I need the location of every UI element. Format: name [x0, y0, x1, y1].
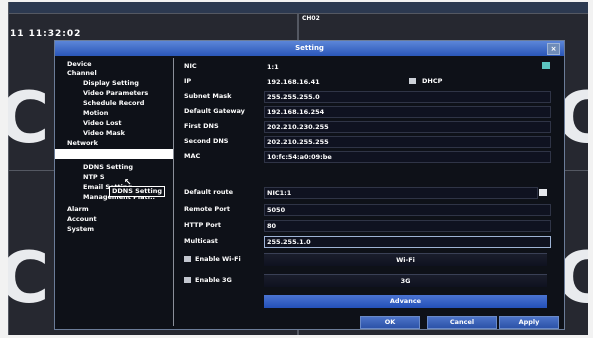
- sidebar-item-alarm[interactable]: Alarm: [55, 205, 89, 214]
- 3g-button[interactable]: 3G: [264, 274, 547, 287]
- default-route-label: Default route: [184, 188, 234, 196]
- apply-button[interactable]: Apply: [499, 316, 559, 329]
- background-logo-letter: C: [8, 77, 50, 159]
- dialog-title: Setting: [295, 44, 324, 52]
- http-port-field[interactable]: 80: [264, 220, 551, 232]
- background-logo-letter: C: [8, 237, 50, 319]
- nic-label: NIC: [184, 62, 197, 70]
- enable-3g-label: Enable 3G: [195, 276, 232, 284]
- ip-field[interactable]: 192.168.16.41: [264, 76, 398, 88]
- remote-port-label: Remote Port: [184, 205, 230, 213]
- nic-value: 1:1: [267, 63, 279, 71]
- remote-port-field[interactable]: 5050: [264, 204, 551, 216]
- enable-3g-checkbox[interactable]: [184, 277, 191, 283]
- subnet-mask-label: Subnet Mask: [184, 92, 232, 100]
- advance-button[interactable]: Advance: [264, 295, 547, 308]
- enable-wifi-label: Enable Wi-Fi: [195, 255, 241, 263]
- second-dns-label: Second DNS: [184, 137, 229, 145]
- sidebar-item-display-setting[interactable]: Display Setting: [55, 79, 139, 88]
- cancel-button[interactable]: Cancel: [427, 316, 497, 329]
- mac-field: 10:fc:54:a0:09:be: [264, 151, 551, 163]
- sidebar-item-network[interactable]: Network: [55, 139, 98, 148]
- default-gateway-label: Default Gateway: [184, 107, 245, 115]
- sidebar-item-schedule-record[interactable]: Schedule Record: [55, 99, 144, 108]
- dhcp-label: DHCP: [422, 77, 443, 85]
- sidebar-item-account[interactable]: Account: [55, 215, 97, 224]
- sidebar-item-video-mask[interactable]: Video Mask: [55, 129, 125, 138]
- close-button[interactable]: ×: [547, 43, 560, 55]
- tooltip: DDNS Setting: [109, 186, 165, 197]
- mouse-cursor-icon: ↖: [124, 178, 132, 188]
- dvr-screen: C C C C 11 11:32:02 CH02 Setting × Devic…: [8, 2, 588, 335]
- setting-dialog: Setting × Device Channel Display Setting…: [54, 40, 565, 330]
- sidebar-item-system[interactable]: System: [55, 225, 94, 234]
- camera-cell-top-strip: [8, 2, 588, 14]
- multicast-label: Multicast: [184, 237, 218, 245]
- mac-label: MAC: [184, 152, 201, 160]
- default-gateway-field[interactable]: 192.168.16.254: [264, 106, 551, 118]
- sidebar-item-video-lost[interactable]: Video Lost: [55, 119, 122, 128]
- http-port-label: HTTP Port: [184, 221, 222, 229]
- ip-label: IP: [184, 77, 192, 85]
- ok-button[interactable]: OK: [360, 316, 420, 329]
- channel-label: CH02: [302, 15, 320, 22]
- first-dns-label: First DNS: [184, 122, 219, 130]
- enable-wifi-checkbox[interactable]: [184, 256, 191, 262]
- sidebar-item-channel[interactable]: Channel: [55, 69, 97, 78]
- sidebar-item-device[interactable]: Device: [55, 60, 92, 69]
- default-route-select[interactable]: NIC1:1: [264, 187, 538, 199]
- sidebar-item-motion[interactable]: Motion: [55, 109, 108, 118]
- timestamp: 11 11:32:02: [10, 29, 82, 39]
- nic-dropdown-icon[interactable]: [542, 62, 550, 69]
- dhcp-checkbox[interactable]: [409, 78, 416, 84]
- sidebar-item-ddns-setting[interactable]: DDNS Setting: [55, 163, 133, 172]
- subnet-mask-field[interactable]: 255.255.255.0: [264, 91, 551, 103]
- second-dns-field[interactable]: 202.210.255.255: [264, 136, 551, 148]
- first-dns-field[interactable]: 202.210.230.255: [264, 121, 551, 133]
- sidebar-item-ntp-setting[interactable]: NTP S: [55, 173, 105, 182]
- sidebar-item-video-parameters[interactable]: Video Parameters: [55, 89, 148, 98]
- sidebar-item-selected[interactable]: [55, 149, 173, 159]
- close-icon: ×: [550, 45, 557, 53]
- default-route-dropdown-icon[interactable]: [539, 189, 547, 196]
- dialog-titlebar[interactable]: Setting ×: [55, 41, 564, 56]
- wifi-button[interactable]: Wi-Fi: [264, 253, 547, 266]
- multicast-field[interactable]: 255.255.1.0: [264, 236, 551, 248]
